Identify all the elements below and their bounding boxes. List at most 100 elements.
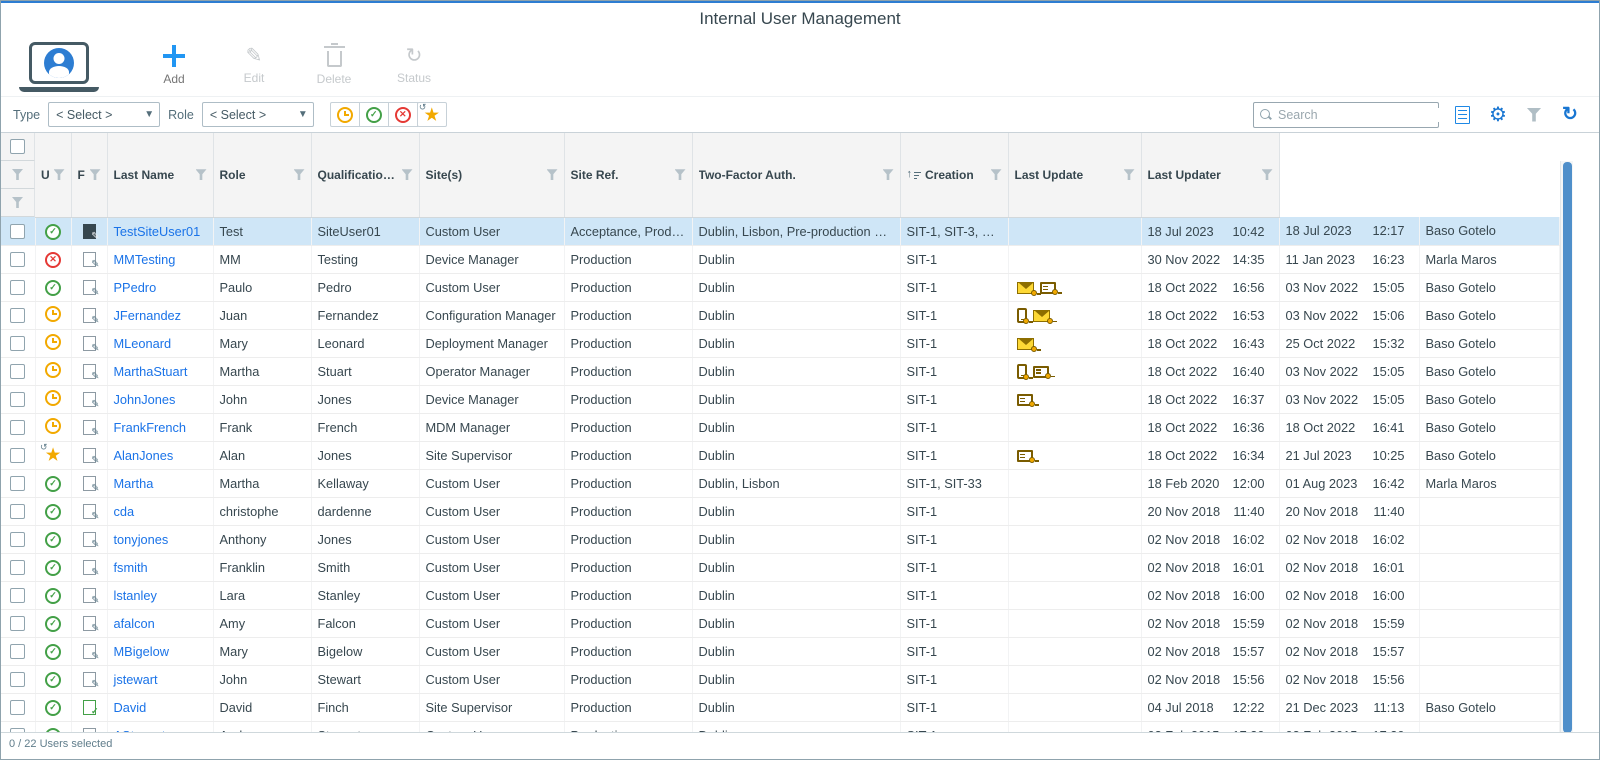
note-icon[interactable] bbox=[82, 560, 100, 578]
username-link[interactable]: MMTesting bbox=[114, 252, 176, 267]
note-icon[interactable] bbox=[82, 728, 96, 732]
username-link[interactable]: afalcon bbox=[114, 616, 155, 631]
table-row[interactable]: ✓TestSiteUser01TestSiteUser01Custom User… bbox=[1, 217, 1560, 246]
refresh-button[interactable]: ↻ bbox=[1557, 102, 1583, 128]
username-link[interactable]: lstanley bbox=[114, 588, 157, 603]
filter-funnel-icon[interactable] bbox=[195, 169, 207, 181]
row-checkbox[interactable] bbox=[10, 476, 26, 492]
row-checkbox[interactable] bbox=[10, 252, 26, 268]
username-link[interactable]: MarthaStuart bbox=[114, 364, 188, 379]
row-checkbox[interactable] bbox=[10, 364, 26, 380]
note-icon[interactable] bbox=[82, 588, 100, 606]
header-last-updater[interactable]: Last Updater bbox=[1141, 133, 1280, 218]
export-button[interactable] bbox=[1449, 102, 1475, 128]
row-checkbox[interactable] bbox=[10, 532, 26, 548]
row-checkbox[interactable] bbox=[10, 588, 26, 604]
filter-funnel-icon[interactable] bbox=[1123, 169, 1135, 181]
note-icon[interactable] bbox=[82, 392, 100, 410]
note-icon[interactable] bbox=[82, 252, 100, 270]
row-checkbox[interactable] bbox=[10, 336, 26, 352]
username-link[interactable]: MBigelow bbox=[114, 644, 169, 659]
note-icon[interactable] bbox=[82, 224, 100, 242]
filter-funnel-icon[interactable] bbox=[12, 197, 23, 208]
note-icon[interactable] bbox=[82, 280, 100, 298]
username-link[interactable]: jstewart bbox=[114, 672, 158, 687]
note-icon[interactable] bbox=[82, 532, 100, 550]
type-select[interactable]: < Select > ▼ bbox=[48, 102, 161, 127]
table-row[interactable]: FrankFrenchFrankFrenchMDM ManagerProduct… bbox=[1, 413, 1560, 442]
table-row[interactable]: ✓ afalcon AmyFalconCustom UserProductionDu… bbox=[1, 609, 1560, 638]
filter-funnel-icon[interactable] bbox=[12, 169, 23, 180]
header-last-update[interactable]: Last Update bbox=[1008, 133, 1142, 218]
header-creation[interactable]: ↑ Creation bbox=[900, 133, 1009, 218]
table-row[interactable]: MarthaStuartMarthaStuartOperator Manager… bbox=[1, 357, 1560, 386]
filter-funnel-icon[interactable] bbox=[990, 169, 1002, 181]
table-row[interactable]: ✓ jstewart JohnStewartCustom UserProductio… bbox=[1, 665, 1560, 694]
note-icon[interactable] bbox=[82, 504, 100, 522]
table-row[interactable]: ✓DavidDavidFinchSite SupervisorProductio… bbox=[1, 693, 1560, 722]
table-row[interactable]: ✓ cda christophedardenneCustom UserProduct… bbox=[1, 497, 1560, 526]
row-checkbox[interactable] bbox=[10, 308, 26, 324]
header-note-column[interactable] bbox=[1, 189, 35, 217]
username-link[interactable]: MLeonard bbox=[114, 336, 172, 351]
row-checkbox[interactable] bbox=[10, 392, 26, 408]
filter-funnel-icon[interactable] bbox=[53, 169, 65, 181]
table-row[interactable]: ✓ PPedro PauloPedroCustom UserProductionDu… bbox=[1, 273, 1560, 302]
row-checkbox[interactable] bbox=[10, 700, 26, 716]
row-checkbox[interactable] bbox=[10, 280, 26, 296]
settings-button[interactable]: ⚙ bbox=[1485, 102, 1511, 128]
note-icon[interactable] bbox=[82, 420, 100, 438]
username-link[interactable]: FrankFrench bbox=[114, 420, 187, 435]
filter-funnel-icon[interactable] bbox=[401, 169, 413, 181]
vertical-scrollbar-thumb[interactable] bbox=[1563, 162, 1572, 732]
note-icon[interactable] bbox=[82, 448, 100, 466]
username-link[interactable]: fsmith bbox=[114, 560, 148, 575]
username-link[interactable]: JFernandez bbox=[114, 308, 182, 323]
username-link[interactable]: PPedro bbox=[114, 280, 157, 295]
username-link[interactable]: AStewart bbox=[114, 728, 166, 733]
table-row[interactable]: JohnJonesJohnJonesDevice ManagerProducti… bbox=[1, 385, 1560, 414]
note-icon[interactable] bbox=[82, 700, 99, 717]
username-link[interactable]: AlanJones bbox=[114, 448, 174, 463]
filter-funnel-icon[interactable] bbox=[674, 169, 686, 181]
table-row[interactable]: ✓ tonyjones AnthonyJonesCustom UserProduct… bbox=[1, 525, 1560, 554]
role-select[interactable]: < Select > ▼ bbox=[201, 102, 314, 127]
username-link[interactable]: tonyjones bbox=[114, 532, 169, 547]
table-row[interactable]: JFernandez JuanFernandezConfiguration Man… bbox=[1, 301, 1560, 330]
header-status-column[interactable] bbox=[1, 161, 35, 189]
row-checkbox[interactable] bbox=[10, 448, 26, 464]
header-role[interactable]: Role bbox=[213, 133, 312, 218]
header-select-all[interactable] bbox=[1, 133, 35, 161]
row-checkbox[interactable] bbox=[10, 616, 26, 632]
note-icon[interactable] bbox=[82, 644, 100, 662]
delete-button[interactable]: Delete bbox=[297, 39, 371, 93]
username-link[interactable]: cda bbox=[114, 504, 135, 519]
table-row[interactable]: ✓ MBigelow MaryBigelowCustom UserProductio… bbox=[1, 637, 1560, 666]
filter-funnel-icon[interactable] bbox=[1261, 169, 1273, 181]
row-checkbox[interactable] bbox=[10, 504, 26, 520]
row-checkbox[interactable] bbox=[10, 728, 26, 732]
filter-inactive-button[interactable]: ✕ bbox=[387, 102, 418, 127]
search-input[interactable] bbox=[1278, 107, 1439, 122]
note-icon[interactable] bbox=[82, 476, 100, 494]
table-row[interactable]: ✓ AStewart AndrewStewartCustom UserProduct… bbox=[1, 721, 1560, 733]
header-first-name[interactable]: First Name bbox=[71, 133, 108, 218]
username-link[interactable]: Martha bbox=[114, 476, 154, 491]
table-row[interactable]: ✕MMTestingMMTestingDevice ManagerProduct… bbox=[1, 245, 1560, 274]
note-icon[interactable] bbox=[82, 336, 100, 354]
table-row[interactable]: ✓ lstanley LaraStanleyCustom UserProductio… bbox=[1, 581, 1560, 610]
add-button[interactable]: Add bbox=[137, 39, 211, 93]
vertical-scrollbar[interactable] bbox=[1560, 161, 1573, 732]
username-link[interactable]: David bbox=[114, 700, 147, 715]
note-icon[interactable] bbox=[82, 616, 100, 634]
row-checkbox[interactable] bbox=[10, 672, 26, 688]
header-qualifications[interactable]: Qualification(s) bbox=[311, 133, 420, 218]
header-two-factor[interactable]: Two-Factor Auth. bbox=[692, 133, 901, 218]
note-icon[interactable] bbox=[82, 308, 100, 326]
filter-new-button[interactable]: ★ bbox=[416, 102, 447, 127]
clear-filter-button[interactable] bbox=[1521, 102, 1547, 128]
row-checkbox[interactable] bbox=[10, 223, 26, 239]
filter-active-button[interactable]: ✓ bbox=[358, 102, 389, 127]
table-row[interactable]: ✓MarthaMarthaKellawayCustom UserProducti… bbox=[1, 469, 1560, 498]
table-row[interactable]: MLeonard MaryLeonardDeployment ManagerPro… bbox=[1, 329, 1560, 358]
